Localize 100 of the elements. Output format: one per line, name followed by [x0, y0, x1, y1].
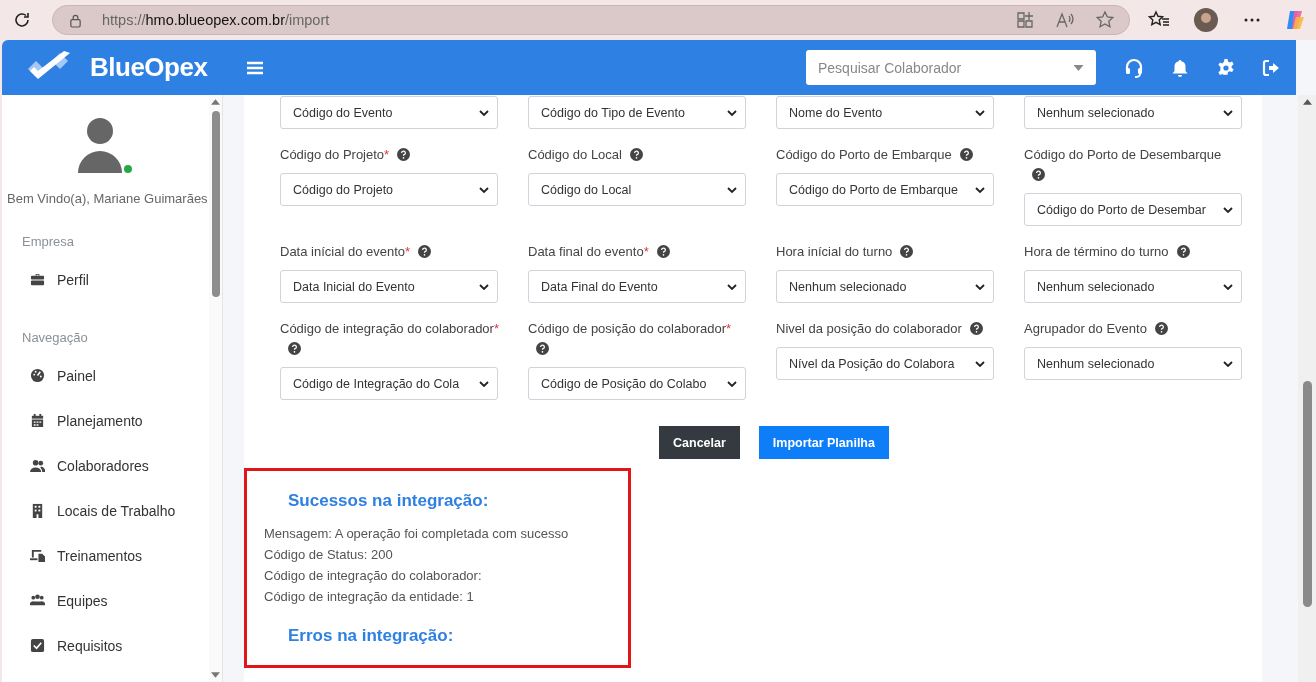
checkbox-icon — [30, 638, 45, 653]
caret-icon — [975, 186, 985, 193]
search-field[interactable]: Pesquisar Colaborador — [806, 50, 1096, 85]
scrollbar-thumb[interactable] — [1302, 381, 1312, 607]
nav-item[interactable]: Perfil — [57, 271, 89, 288]
errors-heading: Erros na integração: — [288, 626, 455, 646]
nav-item[interactable]: Requisitos — [57, 637, 123, 654]
address-bar[interactable]: https://hmo.blueopex.com.br/import — [52, 5, 1131, 35]
result-line: Mensagem: A operação foi completada com sucesso — [264, 525, 570, 543]
select-field[interactable]: Nenhum selecionado — [1024, 347, 1242, 380]
help-icon[interactable] — [656, 245, 670, 258]
help-icon[interactable] — [969, 322, 983, 335]
briefcase-icon — [30, 272, 45, 287]
help-icon[interactable] — [536, 342, 549, 355]
field-label: Hora de término do turno — [1024, 242, 1242, 262]
import-button[interactable]: Importar Planilha — [758, 426, 889, 459]
field-label: Hora inícial do turno — [776, 242, 994, 262]
select-field[interactable]: Código do Projeto — [280, 173, 498, 206]
sidebar-scrollbar[interactable] — [209, 95, 222, 682]
select-field[interactable]: Código do Evento — [280, 96, 498, 129]
caret-icon — [975, 109, 985, 116]
caret-icon — [1073, 64, 1084, 71]
caret-icon — [727, 283, 737, 290]
field-label: Código de posição do colaborador* — [528, 319, 746, 359]
welcome-text: Bem Vindo(a), Mariane Guimarães — [6, 191, 209, 206]
field-label: Código do Local — [528, 145, 746, 165]
profile-avatar[interactable] — [1194, 8, 1218, 32]
select-field[interactable]: Data Inicial do Evento — [280, 270, 498, 303]
select-field[interactable]: Nível da Posição do Colabora — [776, 347, 994, 380]
scroll-up-icon[interactable] — [211, 99, 220, 105]
result-line: Código de Status: 200 — [264, 546, 394, 564]
scroll-up-icon[interactable] — [1302, 99, 1312, 105]
bell-icon[interactable] — [1170, 57, 1190, 78]
reload-icon[interactable] — [12, 10, 32, 30]
select-field[interactable]: Data Final do Evento — [528, 270, 746, 303]
menu-icon[interactable] — [247, 60, 264, 75]
result-line: Código de integração do colaborador: — [264, 567, 483, 585]
nav-item[interactable]: Locais de Trabalho — [57, 502, 176, 519]
cancel-button[interactable]: Cancelar — [659, 426, 740, 459]
url-text: https://hmo.blueopex.com.br/import — [102, 12, 330, 28]
field-label: Código de integração do colaborador* — [280, 319, 498, 359]
select-field[interactable]: Nenhum selecionado — [1024, 270, 1242, 303]
help-icon[interactable] — [1154, 322, 1168, 335]
apps-icon[interactable] — [1015, 10, 1036, 30]
caret-icon — [1223, 283, 1233, 290]
nav-item[interactable]: Colaboradores — [57, 457, 149, 474]
field-label: Data inícial do evento* — [280, 242, 498, 262]
help-icon[interactable] — [1032, 168, 1045, 181]
help-icon[interactable] — [900, 245, 914, 258]
nav-item[interactable]: Painel — [57, 367, 96, 384]
section-heading: Navegação — [21, 330, 89, 345]
nav-item[interactable]: Planejamento — [57, 412, 143, 429]
scroll-down-icon[interactable] — [211, 672, 220, 678]
select-field[interactable]: Nome do Evento — [776, 96, 994, 129]
settings-icon[interactable] — [1216, 57, 1236, 78]
caret-icon — [975, 283, 985, 290]
brand-name: BlueOpex — [90, 52, 208, 83]
page-scrollbar[interactable] — [1298, 95, 1316, 682]
caret-icon — [479, 283, 489, 290]
read-aloud-icon[interactable] — [1055, 10, 1076, 30]
select-field[interactable]: Nenhum selecionado — [1024, 96, 1242, 129]
select-field[interactable]: Código do Porto de Embarque — [776, 173, 994, 206]
results-heading: Sucessos na integração: — [288, 491, 490, 511]
select-field[interactable]: Código do Local — [528, 173, 746, 206]
select-field[interactable]: Código do Tipo de Evento — [528, 96, 746, 129]
gauge-icon — [30, 368, 45, 383]
scrollbar-thumb[interactable] — [211, 111, 220, 297]
group-icon — [30, 593, 45, 608]
field-label: Código do Porto de Desembarque — [1024, 145, 1242, 185]
copilot-icon[interactable] — [1284, 9, 1306, 31]
users-icon — [30, 458, 45, 473]
caret-icon — [727, 186, 737, 193]
caret-icon — [479, 186, 489, 193]
devices-icon — [30, 548, 45, 563]
calendar-icon — [30, 413, 45, 428]
select-field[interactable]: Nenhum selecionado — [776, 270, 994, 303]
lock-icon — [69, 12, 82, 28]
caret-icon — [975, 360, 985, 367]
nav-item[interactable]: Treinamentos — [57, 547, 143, 564]
help-icon[interactable] — [397, 148, 411, 161]
help-icon[interactable] — [418, 245, 432, 258]
nav-item[interactable]: Equipes — [57, 592, 108, 609]
select-field[interactable]: Código de Posição do Colabo — [528, 367, 746, 400]
caret-icon — [1223, 360, 1233, 367]
headset-icon[interactable] — [1124, 57, 1144, 78]
help-icon[interactable] — [288, 342, 301, 355]
field-label: Data final do evento* — [528, 242, 746, 262]
caret-icon — [727, 109, 737, 116]
caret-icon — [727, 380, 737, 387]
help-icon[interactable] — [1176, 245, 1190, 258]
caret-icon — [479, 380, 489, 387]
caret-icon — [1223, 109, 1233, 116]
help-icon[interactable] — [629, 148, 643, 161]
caret-icon — [479, 109, 489, 116]
star-icon[interactable] — [1095, 10, 1116, 30]
select-field[interactable]: Código de Integração do Cola — [280, 367, 498, 400]
select-field[interactable]: Código do Porto de Desembar — [1024, 193, 1242, 226]
result-line: Código de integração da entidade: 1 — [264, 588, 475, 606]
help-icon[interactable] — [959, 148, 973, 161]
field-label: Agrupador do Evento — [1024, 319, 1242, 339]
